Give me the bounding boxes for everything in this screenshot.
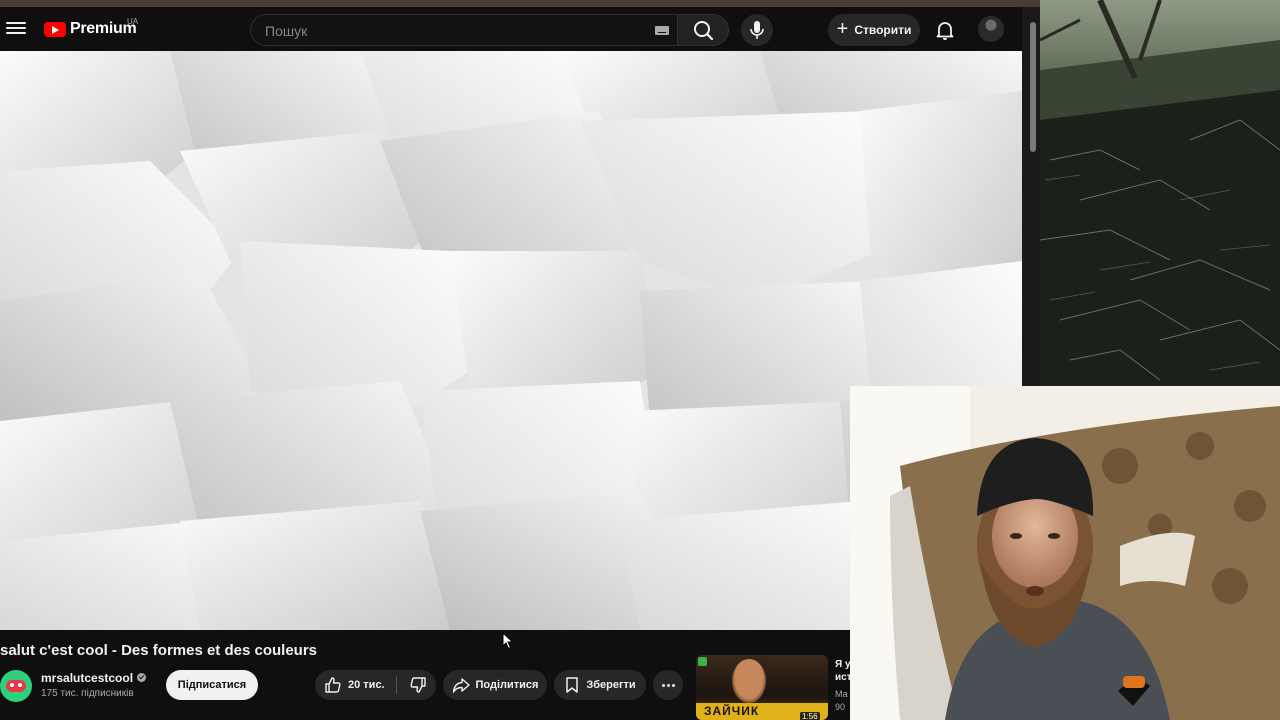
channel-name[interactable]: mrsalutcestcool (41, 671, 133, 685)
dislike-button[interactable] (399, 670, 436, 700)
subscriber-count: 175 тис. підписників (41, 688, 134, 699)
like-divider (396, 676, 397, 694)
notifications-button[interactable] (933, 18, 957, 42)
top-stripe (0, 0, 1040, 7)
create-button[interactable]: + Створити (828, 14, 920, 46)
share-icon (452, 678, 470, 693)
mouse-cursor-icon (502, 632, 514, 650)
region-code: UA (127, 17, 139, 26)
rec-meta-line: Ма (835, 689, 848, 699)
thumbnail-text: ЗАЙЧИК (704, 704, 760, 718)
verified-icon (137, 673, 146, 682)
page-scrollbar[interactable] (1022, 7, 1040, 387)
save-button[interactable]: Зберегти (554, 670, 646, 700)
mic-icon (750, 21, 764, 39)
plus-icon: + (836, 18, 849, 40)
thumbs-down-icon (409, 677, 426, 693)
webcam-scene (850, 386, 1280, 720)
recommended-video-thumbnail[interactable]: ЗАЙЧИК 1:56 (696, 655, 828, 720)
like-button[interactable]: 20 тис. (315, 670, 395, 700)
search-icon (694, 21, 714, 41)
bell-icon (936, 22, 954, 40)
youtube-header: Premium UA + Створити (0, 7, 1022, 51)
forest-scene (1040, 0, 1280, 386)
video-title: salut c'est cool - Des formes et des cou… (0, 642, 318, 659)
video-info: salut c'est cool - Des formes et des cou… (0, 630, 850, 720)
recommended-video-meta: Ма 90 (835, 688, 850, 714)
channel-avatar[interactable] (0, 670, 32, 702)
channel-badge-icon (698, 657, 707, 666)
search-input[interactable] (263, 15, 647, 47)
rec-meta-line: 90 (835, 702, 846, 712)
bookmark-icon (566, 677, 579, 693)
account-avatar[interactable] (978, 16, 1004, 42)
save-label: Зберегти (586, 679, 636, 691)
keyboard-icon[interactable] (655, 26, 669, 35)
recommended-video-title[interactable]: Я у ист (835, 658, 850, 684)
thumbs-up-icon (325, 677, 341, 693)
streamer-webcam (850, 386, 1280, 720)
forest-camera-overlay (1040, 0, 1280, 386)
share-button[interactable]: Поділитися (443, 670, 547, 700)
youtube-premium-logo[interactable]: Premium (44, 20, 137, 38)
share-label: Поділитися (475, 679, 539, 691)
like-count: 20 тис. (348, 679, 385, 691)
video-duration: 1:56 (800, 712, 820, 720)
more-horizontal-icon (661, 683, 665, 687)
rec-title-line: ист (835, 672, 850, 683)
search-box (250, 14, 677, 47)
search-button[interactable] (677, 14, 729, 46)
scrollbar-thumb[interactable] (1030, 22, 1036, 152)
like-dislike-group: 20 тис. (315, 670, 436, 700)
rec-title-line: Я у (835, 659, 850, 670)
youtube-play-icon (44, 21, 66, 37)
voice-search-button[interactable] (741, 14, 773, 46)
subscribe-button[interactable]: Підписатися (166, 670, 258, 700)
thumbnail-face (732, 659, 766, 703)
create-label: Створити (854, 23, 912, 37)
more-actions-button[interactable] (653, 670, 683, 700)
hamburger-icon[interactable] (5, 17, 27, 39)
